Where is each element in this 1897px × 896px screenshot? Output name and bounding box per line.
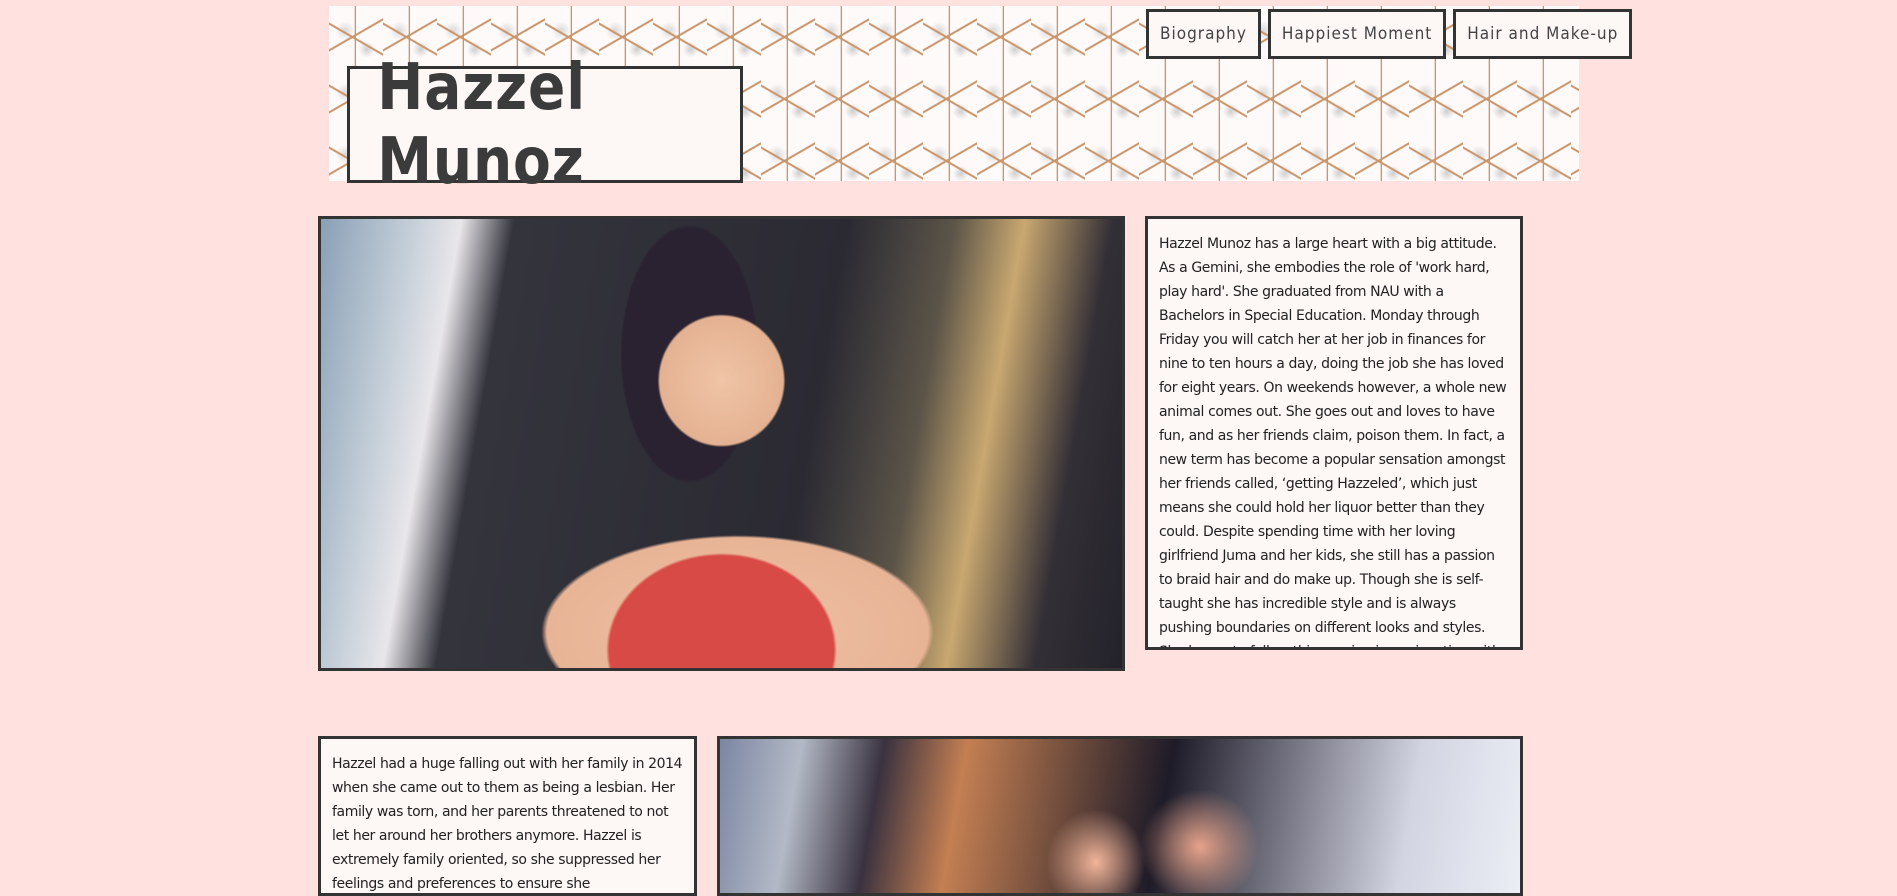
- site-title: Hazzel Munoz: [377, 50, 586, 199]
- nav-biography[interactable]: Biography: [1146, 9, 1261, 59]
- biography-text: Hazzel Munoz has a large heart with a bi…: [1145, 216, 1523, 650]
- site-title-box: Hazzel Munoz: [347, 51, 743, 199]
- family-story-text: Hazzel had a huge falling out with her f…: [318, 736, 697, 896]
- portrait-photo: [318, 216, 1125, 671]
- main-nav: Biography Happiest Moment Hair and Make-…: [1146, 9, 1633, 59]
- family-photo: [717, 736, 1523, 896]
- nav-hair-and-makeup[interactable]: Hair and Make-up: [1453, 9, 1633, 59]
- nav-happiest-moment[interactable]: Happiest Moment: [1267, 9, 1447, 59]
